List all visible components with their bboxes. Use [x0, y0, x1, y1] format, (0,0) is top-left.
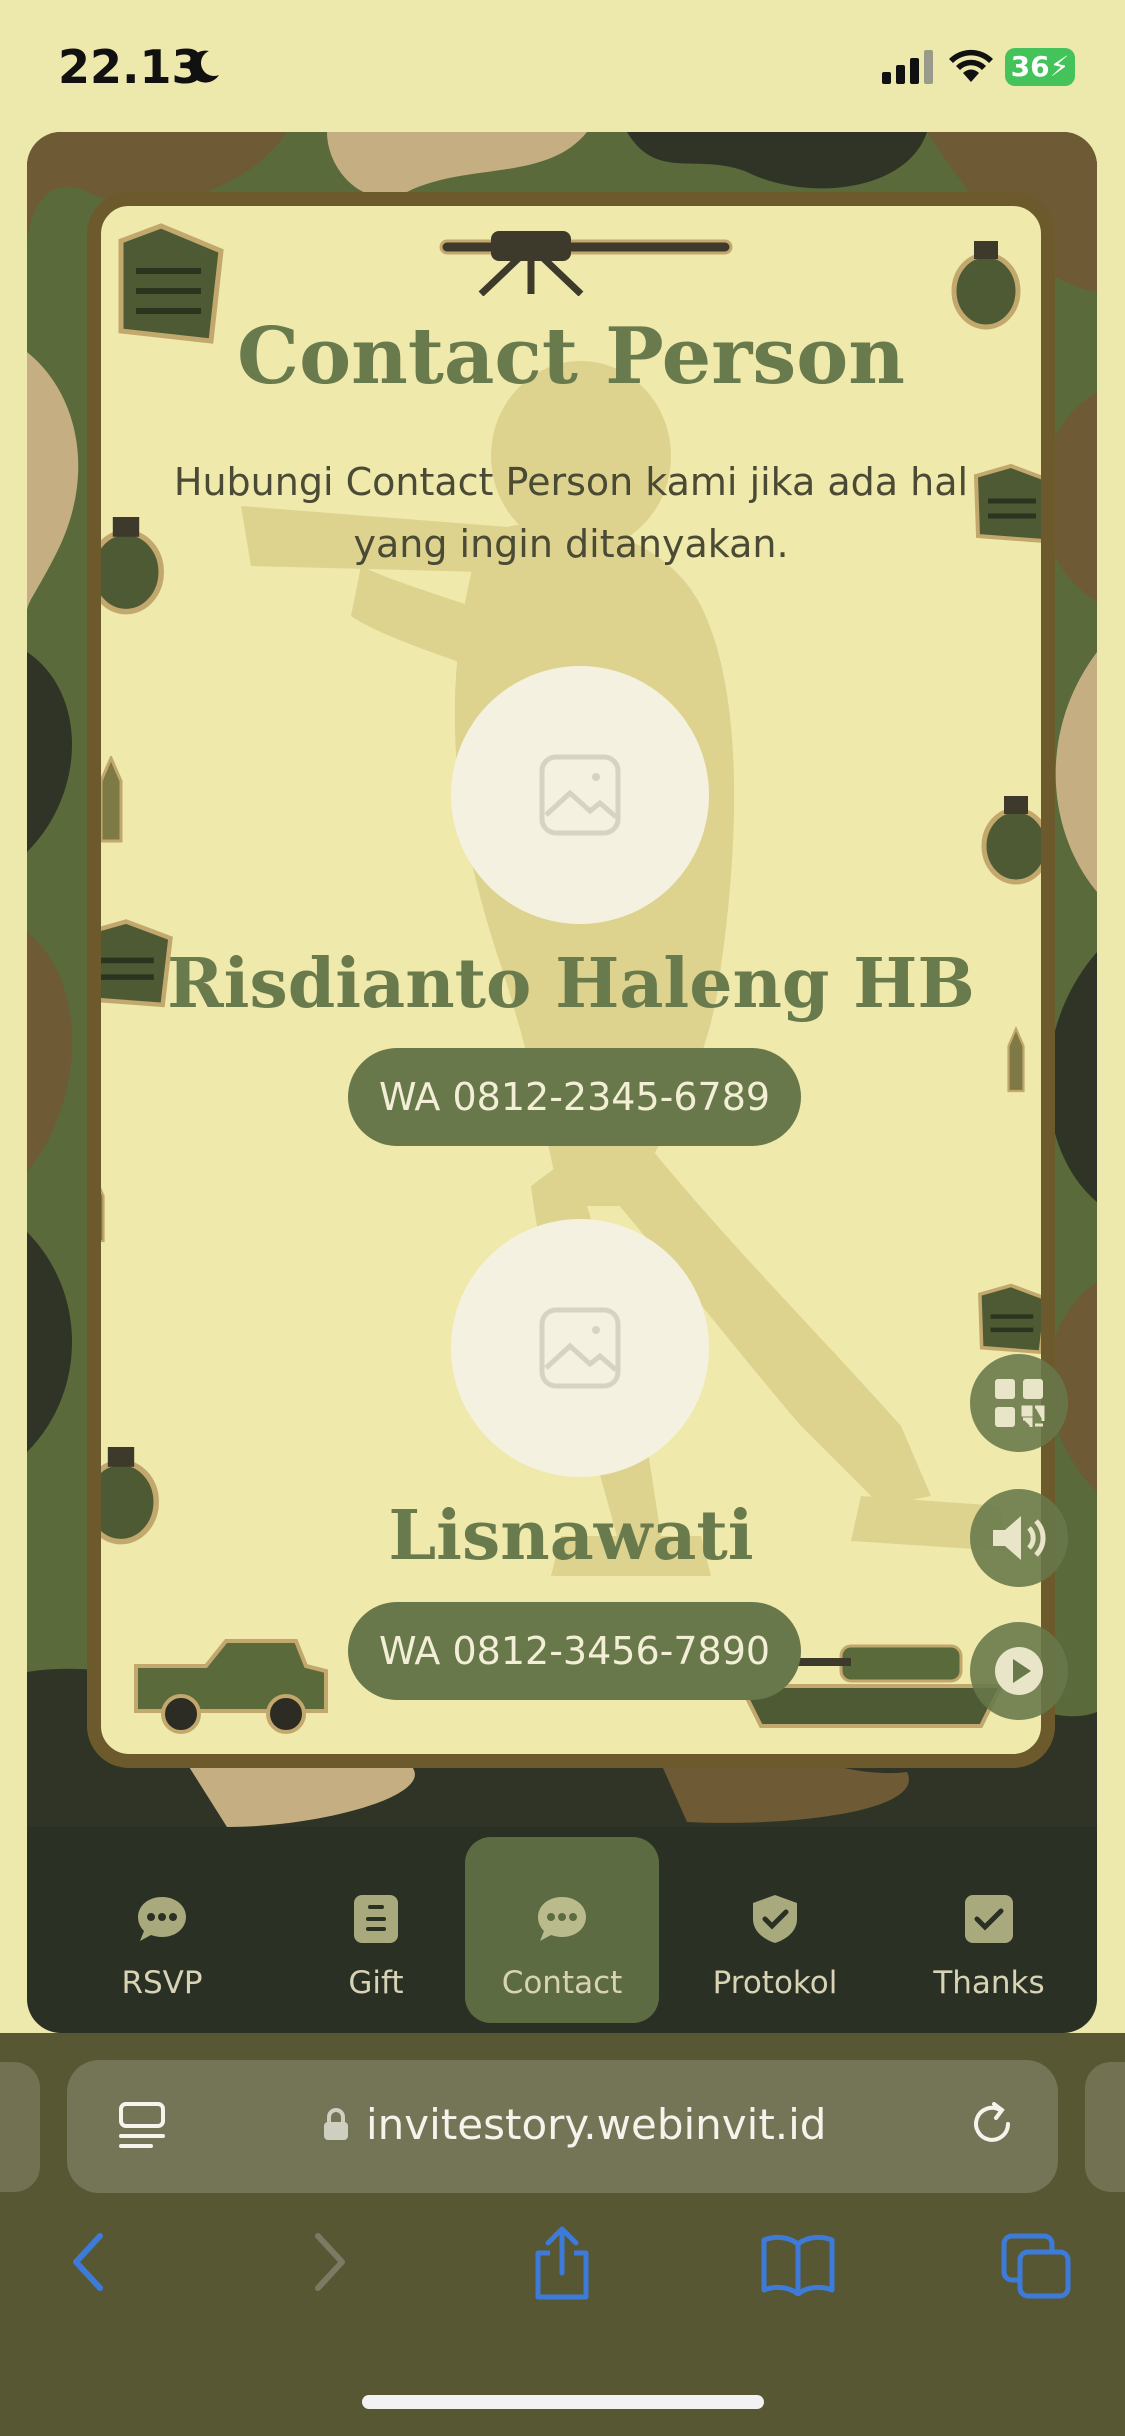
status-bar: 22.13 36⚡	[0, 0, 1125, 132]
contact-name: Lisnawati	[388, 1496, 754, 1576]
nav-item-gift[interactable]: Gift	[279, 1837, 473, 2023]
nav-label: Contact	[501, 1965, 623, 2001]
tabs-icon[interactable]	[1000, 2232, 1072, 2300]
machine-gun-icon	[439, 231, 733, 296]
share-icon[interactable]	[530, 2225, 594, 2301]
contact-card: Contact Person Hubungi Contact Person ka…	[87, 192, 1055, 1768]
bullet-icon	[101, 756, 123, 843]
grenade-icon-3	[981, 796, 1041, 885]
image-placeholder-icon	[539, 1307, 621, 1389]
url-text[interactable]: invitestory.webinvit.id	[366, 2100, 826, 2149]
invitation-frame: Contact Person Hubungi Contact Person ka…	[27, 132, 1097, 1827]
autoscroll-play-button[interactable]	[970, 1622, 1068, 1720]
previous-tab-peek[interactable]	[0, 2062, 40, 2192]
whatsapp-button[interactable]: WA 0812-3456-7890	[348, 1602, 801, 1700]
image-placeholder-icon	[539, 754, 621, 836]
battery-level: 36	[1010, 50, 1050, 83]
next-tab-peek[interactable]	[1085, 2062, 1125, 2192]
check-square-icon	[965, 1895, 1013, 1943]
reload-icon[interactable]	[966, 2098, 1018, 2150]
nav-item-rsvp[interactable]: RSVP	[65, 1837, 259, 2023]
bullet-icon-2	[1007, 1025, 1025, 1093]
qr-code-icon	[995, 1379, 1045, 1427]
home-indicator	[362, 2395, 764, 2409]
vest-icon-4	[978, 1283, 1041, 1354]
contact-photo-placeholder	[451, 1219, 709, 1477]
page-menu-icon[interactable]	[117, 2100, 167, 2154]
contact-photo-placeholder	[451, 666, 709, 924]
bookmarks-icon[interactable]	[760, 2232, 836, 2296]
moon-icon	[189, 50, 219, 83]
nav-label: Protokol	[712, 1965, 838, 2001]
shield-check-icon	[753, 1895, 797, 1943]
battery-indicator: 36⚡	[1005, 48, 1075, 86]
contact-name: Risdianto Haleng HB	[167, 944, 975, 1024]
nav-item-thanks[interactable]: Thanks	[892, 1837, 1086, 2023]
status-time: 22.13	[58, 40, 204, 94]
back-icon[interactable]	[68, 2230, 108, 2294]
gift-icon	[354, 1895, 398, 1943]
section-subtitle: Hubungi Contact Person kami jika ada hal…	[173, 460, 969, 566]
audio-toggle-button[interactable]	[970, 1489, 1068, 1587]
speaker-icon	[993, 1516, 1046, 1560]
whatsapp-button[interactable]: WA 0812-2345-6789	[348, 1048, 801, 1146]
nav-label: RSVP	[121, 1965, 203, 2001]
qr-code-button[interactable]	[970, 1354, 1068, 1452]
play-icon	[995, 1647, 1043, 1695]
cellular-signal-icon	[882, 50, 933, 84]
forward-icon[interactable]	[310, 2230, 350, 2294]
nav-label: Thanks	[933, 1965, 1045, 2001]
bullet-icon-3	[101, 1187, 105, 1243]
nav-item-contact[interactable]: Contact	[465, 1837, 659, 2023]
nav-label: Gift	[348, 1965, 404, 2001]
wifi-icon	[949, 49, 993, 82]
jeep-icon	[134, 1639, 328, 1734]
chat-bubble-icon	[138, 1897, 186, 1941]
nav-item-protokol[interactable]: Protokol	[678, 1837, 872, 2023]
chat-bubble-icon	[538, 1897, 586, 1941]
bottom-navigation: RSVP Gift Contact Protokol Thanks	[27, 1827, 1097, 2033]
grenade-icon-2	[101, 517, 164, 615]
section-title: Contact Person	[237, 311, 905, 402]
lock-icon	[324, 2108, 348, 2140]
